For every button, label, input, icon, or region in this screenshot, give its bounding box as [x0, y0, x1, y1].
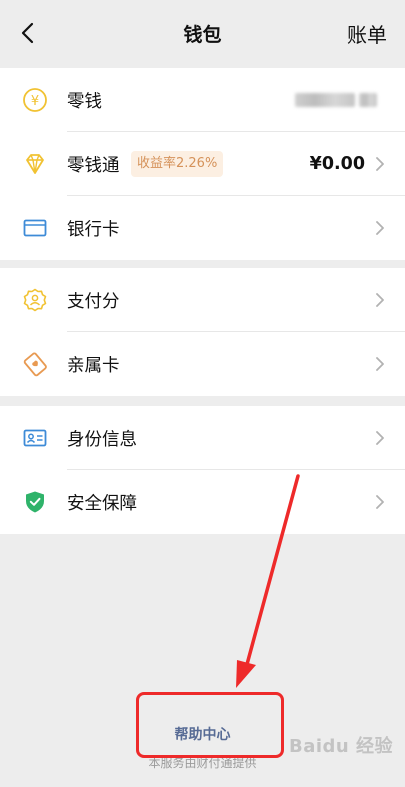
bill-button[interactable]: 账单	[347, 19, 387, 48]
row-lingqiantong[interactable]: 零钱通 收益率2.26% ¥0.00	[0, 132, 405, 196]
diamond-icon	[22, 151, 48, 177]
bank-card-icon	[22, 215, 48, 241]
baidu-watermark: Baidu 经验	[288, 736, 393, 757]
chevron-right-icon	[375, 494, 385, 510]
row-label: 身份信息	[67, 429, 137, 450]
yield-badge: 收益率2.26%	[131, 151, 224, 177]
id-card-icon	[22, 425, 48, 451]
hidden-balance	[295, 91, 385, 109]
chevron-right-icon	[375, 356, 385, 372]
wallet-section-security: 身份信息 安全保障	[0, 406, 405, 534]
shield-check-icon	[22, 489, 48, 515]
annotation-highlight-box	[136, 692, 284, 758]
wallet-section-services: 支付分 亲属卡	[0, 268, 405, 396]
row-change[interactable]: ¥ 零钱	[0, 68, 405, 132]
row-identity-info[interactable]: 身份信息	[0, 406, 405, 470]
page-title: 钱包	[183, 24, 222, 46]
nav-bar: 钱包 账单	[0, 0, 405, 68]
chevron-right-icon	[375, 220, 385, 236]
row-label: 亲属卡	[67, 355, 120, 376]
chevron-right-icon	[375, 292, 385, 308]
row-label: 零钱通	[67, 155, 120, 176]
pay-score-icon	[22, 287, 48, 313]
svg-text:¥: ¥	[31, 94, 39, 109]
wallet-section-balance: ¥ 零钱 零钱通 收益率2.26% ¥0.00 银行卡	[0, 68, 405, 260]
row-label: 零钱	[67, 91, 102, 112]
row-label: 支付分	[67, 291, 120, 312]
chevron-right-icon	[375, 156, 385, 172]
family-card-icon	[22, 351, 48, 377]
row-pay-score[interactable]: 支付分	[0, 268, 405, 332]
row-bank-card[interactable]: 银行卡	[0, 196, 405, 260]
yuan-coin-icon: ¥	[22, 87, 48, 113]
balance-value: ¥0.00	[309, 154, 365, 174]
row-label: 安全保障	[67, 493, 137, 514]
row-security[interactable]: 安全保障	[0, 470, 405, 534]
row-label: 银行卡	[67, 219, 120, 240]
chevron-right-icon	[375, 430, 385, 446]
row-family-card[interactable]: 亲属卡	[0, 332, 405, 396]
